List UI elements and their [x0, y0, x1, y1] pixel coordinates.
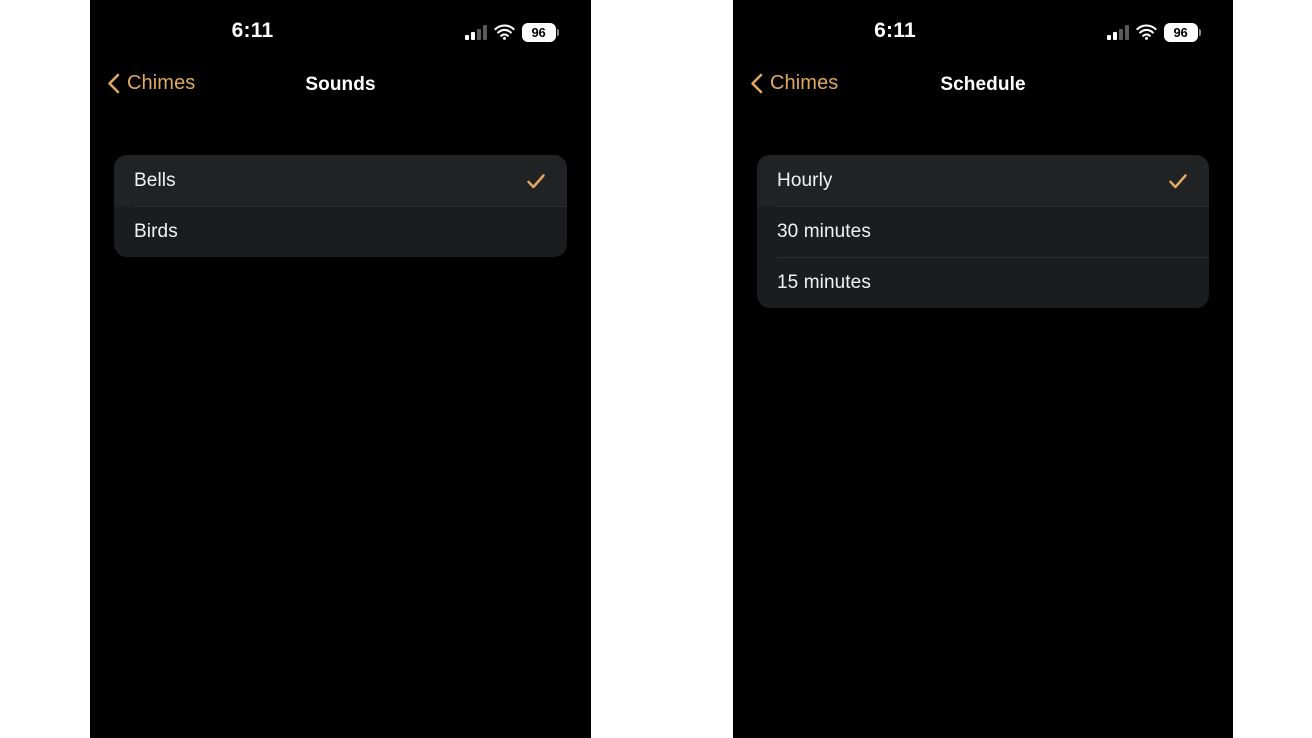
- sounds-option-list: Bells Birds: [114, 155, 567, 257]
- battery-percent-label: 96: [1163, 22, 1198, 42]
- navigation-bar: Chimes Schedule: [733, 60, 1233, 118]
- list-item[interactable]: Hourly: [757, 155, 1209, 206]
- status-bar-time: 6:11: [874, 19, 916, 42]
- phone-screen-sounds: 6:11 96 Chimes Sounds Bells Birds: [90, 0, 591, 738]
- page-title: Schedule: [940, 74, 1026, 95]
- checkmark-icon: [1167, 170, 1189, 192]
- content-area: Hourly 30 minutes 15 minutes: [733, 118, 1233, 308]
- cellular-signal-icon: [1106, 24, 1129, 40]
- list-item-label: 30 minutes: [777, 220, 871, 242]
- battery-icon: 96: [521, 22, 559, 42]
- checkmark-icon: [525, 170, 547, 192]
- list-item-label: 15 minutes: [777, 271, 871, 293]
- status-bar-time: 6:11: [231, 19, 274, 42]
- status-bar-indicators: 96: [1106, 21, 1201, 43]
- list-item-label: Bells: [134, 169, 176, 191]
- screenshot-stage: 6:11 96 Chimes Sounds Bells Birds 6:11 9…: [0, 0, 1312, 738]
- list-item[interactable]: Bells: [114, 155, 567, 206]
- battery-percent-label: 96: [521, 22, 556, 42]
- status-bar-indicators: 96: [464, 21, 559, 43]
- list-item[interactable]: 30 minutes: [757, 206, 1209, 257]
- wifi-icon: [493, 24, 515, 40]
- content-area: Bells Birds: [90, 118, 591, 257]
- status-bar: 6:11 96: [90, 0, 591, 60]
- list-item[interactable]: Birds: [114, 206, 567, 257]
- status-bar: 6:11 96: [733, 0, 1233, 60]
- page-title: Sounds: [305, 74, 376, 95]
- phone-screen-schedule: 6:11 96 Chimes Schedule Hourly 30 minute…: [733, 0, 1233, 738]
- list-item-label: Hourly: [777, 169, 833, 191]
- cellular-signal-icon: [464, 24, 487, 40]
- schedule-option-list: Hourly 30 minutes 15 minutes: [757, 155, 1209, 308]
- list-item-label: Birds: [134, 220, 178, 242]
- list-item[interactable]: 15 minutes: [757, 257, 1209, 308]
- battery-cap: [1199, 28, 1201, 36]
- wifi-icon: [1135, 24, 1157, 40]
- navigation-bar: Chimes Sounds: [90, 60, 591, 118]
- battery-cap: [557, 28, 559, 36]
- battery-icon: 96: [1163, 22, 1201, 42]
